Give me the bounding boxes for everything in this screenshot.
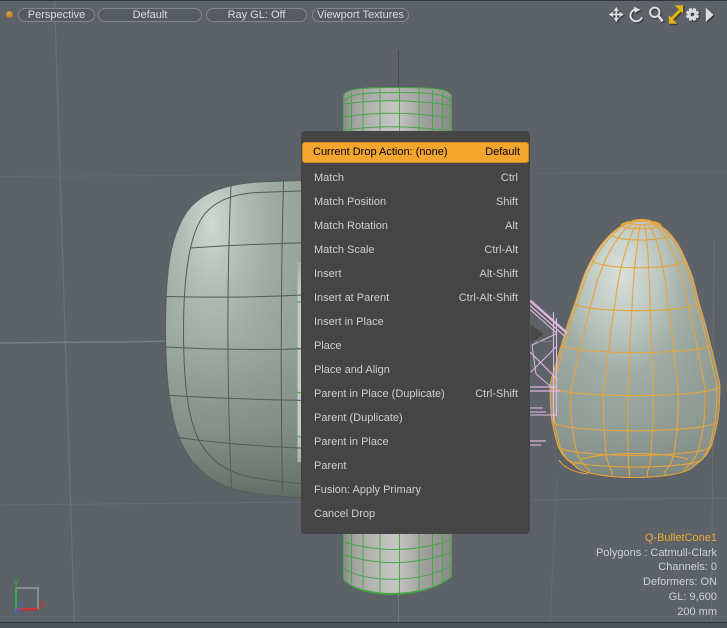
svg-text:Z: Z (17, 602, 23, 613)
svg-text:Y: Y (13, 578, 20, 589)
svg-text:X: X (39, 600, 46, 611)
